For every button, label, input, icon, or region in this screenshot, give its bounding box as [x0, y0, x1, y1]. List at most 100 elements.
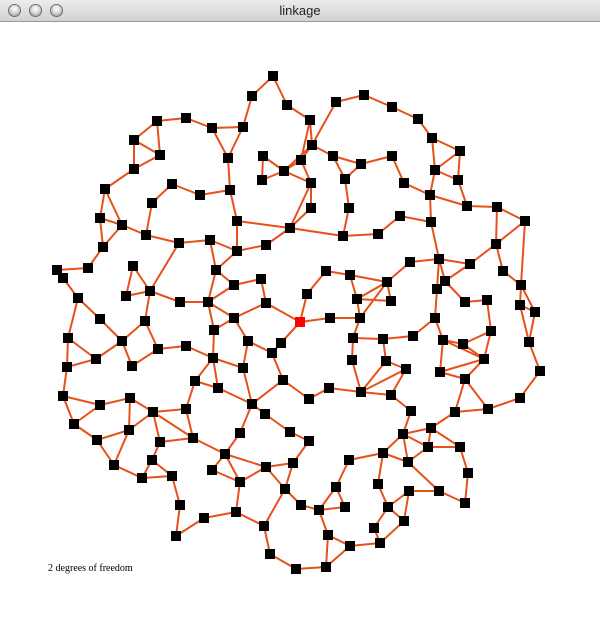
joint[interactable] [129, 164, 139, 174]
joint[interactable] [395, 211, 405, 221]
joint[interactable] [127, 361, 137, 371]
joint[interactable] [100, 184, 110, 194]
joint[interactable] [455, 442, 465, 452]
joint[interactable] [530, 307, 540, 317]
joint[interactable] [225, 185, 235, 195]
joint[interactable] [260, 409, 270, 419]
joint[interactable] [516, 280, 526, 290]
joint[interactable] [121, 291, 131, 301]
joint[interactable] [153, 344, 163, 354]
joint[interactable] [355, 313, 365, 323]
joint[interactable] [399, 516, 409, 526]
joint[interactable] [175, 500, 185, 510]
joint[interactable] [486, 326, 496, 336]
joint[interactable] [399, 178, 409, 188]
joint[interactable] [261, 240, 271, 250]
joint[interactable] [63, 333, 73, 343]
joint[interactable] [423, 442, 433, 452]
joint[interactable] [152, 116, 162, 126]
joint[interactable] [378, 448, 388, 458]
joint[interactable] [211, 265, 221, 275]
title-bar[interactable]: linkage [0, 0, 600, 22]
joint[interactable] [325, 313, 335, 323]
joint[interactable] [285, 427, 295, 437]
joint[interactable] [141, 230, 151, 240]
joint[interactable] [288, 458, 298, 468]
joint[interactable] [324, 383, 334, 393]
joint[interactable] [498, 266, 508, 276]
joint[interactable] [401, 364, 411, 374]
joint[interactable] [238, 122, 248, 132]
joint[interactable] [58, 273, 68, 283]
joint[interactable] [460, 374, 470, 384]
joint[interactable] [387, 151, 397, 161]
joint[interactable] [92, 435, 102, 445]
joint[interactable] [463, 468, 473, 478]
joint[interactable] [535, 366, 545, 376]
joint[interactable] [291, 564, 301, 574]
joint[interactable] [205, 235, 215, 245]
joint[interactable] [259, 521, 269, 531]
joint[interactable] [238, 363, 248, 373]
joint[interactable] [430, 165, 440, 175]
joint[interactable] [331, 97, 341, 107]
joint[interactable] [171, 531, 181, 541]
joint[interactable] [117, 336, 127, 346]
joint[interactable] [524, 337, 534, 347]
joint[interactable] [175, 297, 185, 307]
joint[interactable] [188, 433, 198, 443]
joint[interactable] [321, 562, 331, 572]
joint[interactable] [58, 391, 68, 401]
joint[interactable] [375, 538, 385, 548]
joint[interactable] [261, 298, 271, 308]
joint[interactable] [404, 486, 414, 496]
joint[interactable] [268, 71, 278, 81]
joint[interactable] [232, 246, 242, 256]
joint[interactable] [430, 313, 440, 323]
joint[interactable] [285, 223, 295, 233]
joint[interactable] [491, 239, 501, 249]
joint[interactable] [426, 423, 436, 433]
joint[interactable] [124, 425, 134, 435]
joint[interactable] [243, 336, 253, 346]
driver-joint[interactable] [295, 317, 305, 327]
joint[interactable] [321, 266, 331, 276]
joint[interactable] [302, 289, 312, 299]
joint[interactable] [247, 399, 257, 409]
joint[interactable] [458, 339, 468, 349]
joint[interactable] [83, 263, 93, 273]
joint[interactable] [220, 449, 230, 459]
joint[interactable] [462, 201, 472, 211]
joint[interactable] [155, 437, 165, 447]
joint[interactable] [479, 354, 489, 364]
joint[interactable] [117, 220, 127, 230]
joint[interactable] [331, 482, 341, 492]
joint[interactable] [195, 190, 205, 200]
joint[interactable] [450, 407, 460, 417]
joint[interactable] [305, 115, 315, 125]
joint[interactable] [432, 284, 442, 294]
joint[interactable] [91, 354, 101, 364]
joint[interactable] [247, 91, 257, 101]
joint[interactable] [356, 387, 366, 397]
joint[interactable] [128, 261, 138, 271]
joint[interactable] [403, 457, 413, 467]
joint[interactable] [261, 462, 271, 472]
joint[interactable] [369, 523, 379, 533]
joint[interactable] [387, 102, 397, 112]
joint[interactable] [455, 146, 465, 156]
joint[interactable] [181, 341, 191, 351]
joint[interactable] [190, 376, 200, 386]
joint[interactable] [257, 175, 267, 185]
joint[interactable] [345, 270, 355, 280]
joint[interactable] [427, 133, 437, 143]
joint[interactable] [148, 407, 158, 417]
joint[interactable] [344, 455, 354, 465]
joint[interactable] [147, 198, 157, 208]
joint[interactable] [235, 477, 245, 487]
joint[interactable] [232, 216, 242, 226]
joint[interactable] [203, 297, 213, 307]
joint[interactable] [460, 498, 470, 508]
joint[interactable] [340, 502, 350, 512]
joint[interactable] [348, 333, 358, 343]
